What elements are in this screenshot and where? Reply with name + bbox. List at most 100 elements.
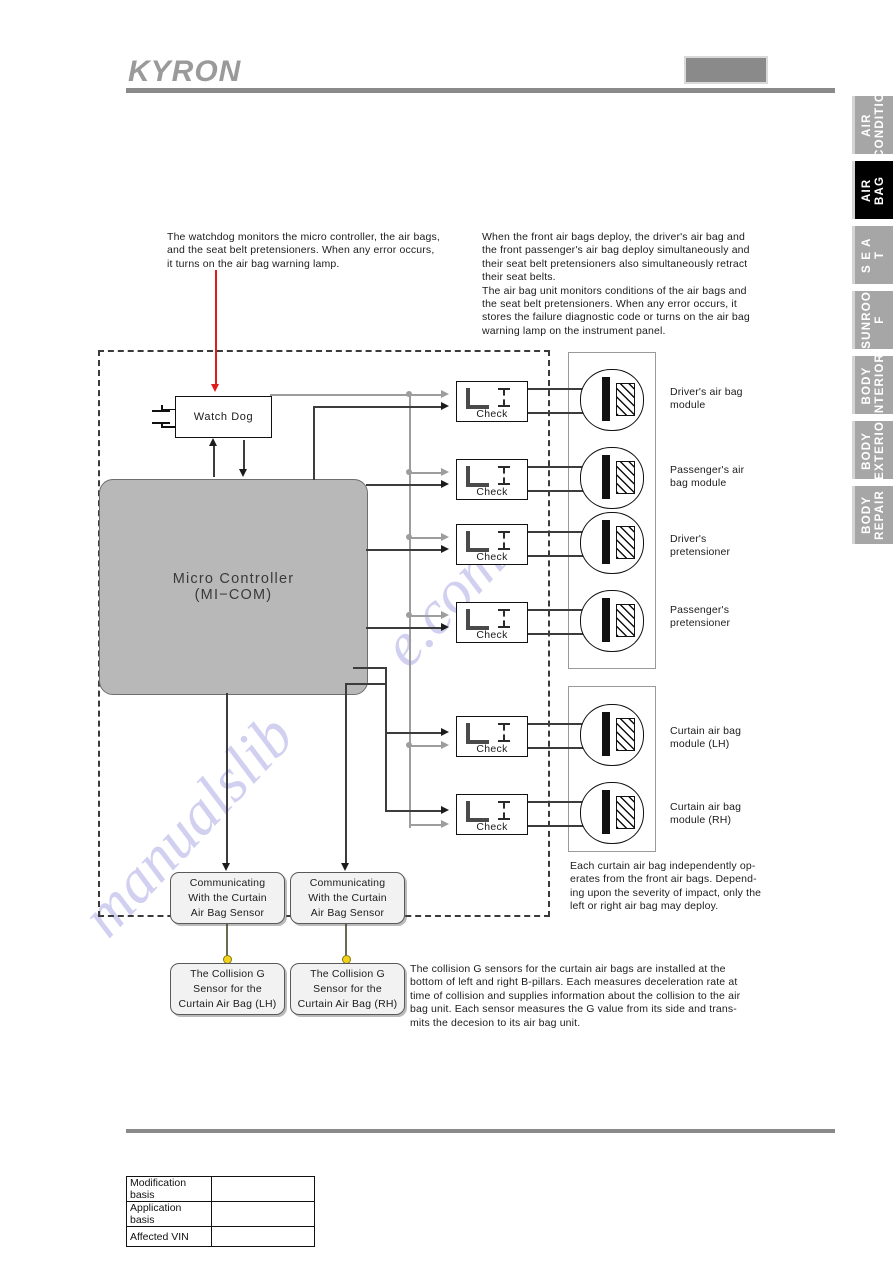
check-block-2: Check: [456, 459, 528, 500]
comm-feed-right-arrowhead-icon: [341, 863, 349, 871]
wd-mcu-up-line: [213, 445, 215, 477]
check-lshape-icon-4: [466, 609, 489, 630]
footer-divider: [126, 1129, 835, 1133]
black-arrowhead-2-icon: [441, 480, 449, 488]
black-feed-3-h: [366, 549, 442, 551]
gray-junction-5: [406, 742, 412, 748]
black-feed-1-v: [313, 406, 315, 480]
table-cell-value-1[interactable]: [211, 1201, 315, 1227]
check-squib-icon-6: [497, 801, 511, 820]
gray-junction-1: [406, 391, 412, 397]
gray-arrowhead-3-icon: [441, 533, 449, 541]
check-block-5: Check: [456, 716, 528, 757]
tab-air-conditioner-label: AIR CONDITIO: [861, 96, 886, 154]
table-cell-value-2[interactable]: [211, 1226, 315, 1247]
communicating-box-rh: Communicating With the Curtain Air Bag S…: [290, 872, 405, 924]
black-feed-6-v: [385, 732, 387, 811]
pretensioner-symbol-4: [580, 590, 646, 652]
gray-branch-2: [409, 472, 442, 474]
black-arrowhead-4-icon: [441, 623, 449, 631]
tab-body-repair-label: BODY REPAIR: [861, 490, 886, 540]
comm-feed-right-h: [345, 683, 386, 685]
check-squib-icon-2: [497, 466, 511, 485]
module-hatch-icon-5: [616, 718, 635, 751]
gray-junction-4: [406, 612, 412, 618]
note-g-sensor: The collision G sensors for the curtain …: [410, 963, 741, 1029]
module-label-6: Curtain air bag module (RH): [670, 801, 742, 827]
black-arrowhead-3-icon: [441, 545, 449, 553]
communicating-box-lh: Communicating With the Curtain Air Bag S…: [170, 872, 285, 924]
module-label-1: Driver's air bag module: [670, 386, 743, 412]
gray-arrowhead-6-icon: [441, 820, 449, 828]
collision-g-sensor-box-rh: The Collision G Sensor for the Curtain A…: [290, 963, 405, 1015]
black-feed-5-v: [385, 667, 387, 733]
gray-branch-1: [409, 394, 442, 396]
module-bar-icon-5: [602, 712, 610, 756]
tab-seat-label: S E A T: [861, 237, 886, 273]
check-squib-icon-5: [497, 723, 511, 742]
module-bar-icon-6: [602, 790, 610, 834]
micro-controller-line-2: (MI−COM): [194, 587, 273, 603]
module-hatch-icon-6: [616, 796, 635, 829]
check-lshape-icon-1: [466, 388, 489, 409]
table-cell-key-0: Modification basis: [126, 1176, 212, 1202]
check-lshape-icon-6: [466, 801, 489, 822]
tab-body-repair[interactable]: BODY REPAIR: [852, 486, 893, 544]
tab-air-conditioner[interactable]: AIR CONDITIO: [852, 96, 893, 154]
gray-branch-3: [409, 537, 442, 539]
check-lshape-icon-5: [466, 723, 489, 744]
module-hatch-icon-1: [616, 383, 635, 416]
module-bar-icon-4: [602, 598, 610, 642]
collision-g-sensor-box-lh: The Collision G Sensor for the Curtain A…: [170, 963, 285, 1015]
gray-arrowhead-4-icon: [441, 611, 449, 619]
tab-sunroof[interactable]: SUNROO F: [852, 291, 893, 349]
mcu-wd-down-line: [243, 440, 245, 470]
tab-seat[interactable]: S E A T: [852, 226, 893, 284]
watchdog-bus-v: [409, 394, 411, 828]
wd-mcu-up-arrowhead-icon: [209, 438, 217, 446]
gray-branch-5: [409, 745, 442, 747]
kyron-logo: KYRON: [128, 55, 242, 88]
comm-feed-left-v: [226, 693, 228, 865]
module-label-2: Passenger's air bag module: [670, 464, 745, 490]
black-arrowhead-5-icon: [441, 728, 449, 736]
micro-controller-block: Micro Controller (MI−COM): [99, 479, 368, 695]
module-label-5: Curtain air bag module (LH): [670, 725, 742, 751]
black-feed-1-h: [313, 406, 442, 408]
check-squib-icon-3: [497, 531, 511, 550]
gray-branch-4: [409, 615, 442, 617]
airbag-module-symbol-1: [580, 369, 646, 431]
note-watchdog: The watchdog monitors the micro controll…: [167, 231, 440, 270]
check-label-6: Check: [476, 821, 508, 833]
tab-air-bag[interactable]: AIR BAG: [852, 161, 893, 219]
footer-table: Modification basis Application basis Aff…: [126, 1176, 315, 1247]
table-row: Modification basis: [126, 1176, 315, 1202]
curtain-module-symbol-6: [580, 782, 646, 844]
check-block-6: Check: [456, 794, 528, 835]
header-badge-box: [684, 56, 768, 84]
section-tab-strip: AIR CONDITIO AIR BAG S E A T SUNROO F BO…: [852, 96, 893, 551]
tab-body-exterior-label: BODY EXTERIO: [861, 421, 886, 479]
watch-dog-block: Watch Dog: [175, 396, 272, 438]
black-arrowhead-6-icon: [441, 806, 449, 814]
curtain-module-symbol-5: [580, 704, 646, 766]
tab-body-exterior[interactable]: BODY EXTERIO: [852, 421, 893, 479]
check-squib-icon-1: [497, 388, 511, 407]
tab-body-interior[interactable]: BODY INTERIOR: [852, 356, 893, 414]
check-label-1: Check: [476, 408, 508, 420]
module-hatch-icon-3: [616, 526, 635, 559]
table-cell-value-0[interactable]: [211, 1176, 315, 1202]
module-label-4: Passenger's pretensioner: [670, 604, 731, 630]
gray-junction-2: [406, 469, 412, 475]
module-bar-icon-1: [602, 377, 610, 421]
black-feed-4-h: [366, 627, 442, 629]
note-curtain-airbag: Each curtain air bag independently op- e…: [570, 860, 762, 913]
table-row: Affected VIN: [126, 1226, 315, 1247]
tab-air-bag-label: AIR BAG: [861, 175, 886, 205]
module-bar-icon-2: [602, 455, 610, 499]
check-label-3: Check: [476, 551, 508, 563]
module-hatch-icon-4: [616, 604, 635, 637]
black-arrowhead-1-icon: [441, 402, 449, 410]
check-label-5: Check: [476, 743, 508, 755]
mcu-wd-down-arrowhead-icon: [239, 469, 247, 477]
